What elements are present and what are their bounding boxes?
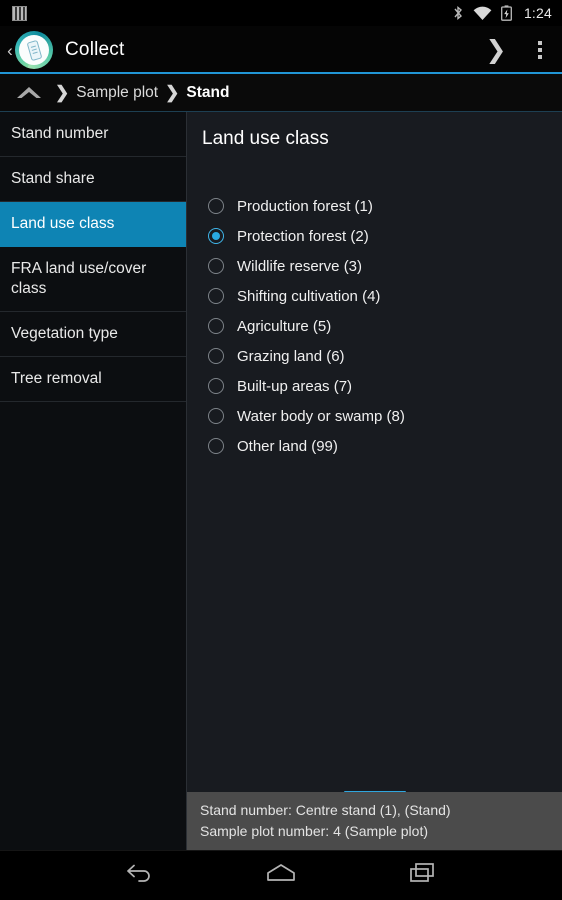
radio-option-water-body-or-swamp[interactable]: Water body or swamp (8) bbox=[208, 401, 562, 431]
wifi-icon bbox=[473, 6, 492, 21]
breadcrumb: ❯ Sample plot ❯ Stand bbox=[0, 74, 562, 112]
radio-label: Shifting cultivation (4) bbox=[237, 287, 381, 305]
radio-label: Protection forest (2) bbox=[237, 227, 369, 245]
back-arrow-icon bbox=[124, 862, 154, 889]
radio-icon[interactable] bbox=[208, 318, 224, 334]
radio-label: Production forest (1) bbox=[237, 197, 373, 215]
chevron-right-icon: ❯ bbox=[485, 35, 507, 64]
radio-label: Agriculture (5) bbox=[237, 317, 332, 335]
body: Stand number Stand share Land use class … bbox=[0, 112, 562, 850]
recent-apps-icon bbox=[407, 861, 439, 890]
breadcrumb-item-sample-plot[interactable]: Sample plot bbox=[76, 84, 158, 102]
radio-option-other-land[interactable]: Other land (99) bbox=[208, 431, 562, 461]
sidebar-item-tree-removal[interactable]: Tree removal bbox=[0, 357, 186, 402]
breadcrumb-item-stand[interactable]: Stand bbox=[186, 84, 229, 102]
overflow-menu-button[interactable] bbox=[518, 26, 562, 74]
radio-label: Grazing land (6) bbox=[237, 347, 345, 365]
home-icon bbox=[263, 862, 299, 889]
home-icon[interactable] bbox=[14, 83, 44, 103]
recent-apps-button[interactable] bbox=[395, 851, 451, 900]
radio-icon[interactable] bbox=[208, 438, 224, 454]
info-line-stand-number: Stand number: Centre stand (1), (Stand) bbox=[200, 802, 451, 819]
breadcrumb-separator-2: ❯ bbox=[165, 83, 180, 102]
radio-option-wildlife-reserve[interactable]: Wildlife reserve (3) bbox=[208, 251, 562, 281]
sim-card-icon bbox=[12, 5, 27, 21]
content-panel: Land use class Production forest (1) Pro… bbox=[187, 112, 562, 850]
status-bar: 1:24 bbox=[0, 0, 562, 26]
back-button[interactable] bbox=[111, 851, 167, 900]
status-bar-clock: 1:24 bbox=[523, 5, 552, 21]
radio-option-agriculture[interactable]: Agriculture (5) bbox=[208, 311, 562, 341]
radio-option-grazing-land[interactable]: Grazing land (6) bbox=[208, 341, 562, 371]
collect-mobile-logo bbox=[15, 31, 53, 69]
radio-label: Water body or swamp (8) bbox=[237, 407, 405, 425]
phone-device-icon bbox=[26, 39, 42, 61]
sidebar-item-stand-share[interactable]: Stand share bbox=[0, 157, 186, 202]
radio-icon[interactable] bbox=[208, 378, 224, 394]
radio-label: Other land (99) bbox=[237, 437, 338, 455]
app-root: 1:24 ‹ Collect ❯ ❯ Sample plot ❯ Stand S… bbox=[0, 0, 562, 900]
radio-option-shifting-cultivation[interactable]: Shifting cultivation (4) bbox=[208, 281, 562, 311]
radio-icon-selected[interactable] bbox=[208, 228, 224, 244]
next-button[interactable]: ❯ bbox=[474, 26, 518, 74]
app-bar: ‹ Collect ❯ bbox=[0, 26, 562, 74]
radio-icon[interactable] bbox=[208, 258, 224, 274]
status-bar-left bbox=[12, 5, 27, 21]
logo-inner-circle bbox=[19, 35, 49, 65]
info-panel[interactable]: Stand number: Centre stand (1), (Stand) … bbox=[187, 792, 562, 850]
home-button[interactable] bbox=[253, 851, 309, 900]
radio-label: Wildlife reserve (3) bbox=[237, 257, 363, 275]
radio-option-built-up-areas[interactable]: Built-up areas (7) bbox=[208, 371, 562, 401]
breadcrumb-separator-1: ❯ bbox=[55, 83, 70, 102]
land-use-class-radio-group: Production forest (1) Protection forest … bbox=[187, 191, 562, 461]
system-navigation-bar bbox=[0, 850, 562, 900]
sidebar-item-stand-number[interactable]: Stand number bbox=[0, 112, 186, 157]
status-bar-right: 1:24 bbox=[452, 5, 552, 21]
battery-charging-icon bbox=[500, 5, 512, 21]
sidebar: Stand number Stand share Land use class … bbox=[0, 112, 187, 850]
radio-icon[interactable] bbox=[208, 408, 224, 424]
radio-icon[interactable] bbox=[208, 348, 224, 364]
bluetooth-icon bbox=[452, 5, 464, 21]
radio-icon[interactable] bbox=[208, 288, 224, 304]
sidebar-item-vegetation-type[interactable]: Vegetation type bbox=[0, 312, 186, 357]
app-title: Collect bbox=[65, 39, 125, 60]
radio-icon[interactable] bbox=[208, 198, 224, 214]
info-line-sample-plot-number: Sample plot number: 4 (Sample plot) bbox=[200, 822, 428, 839]
page-title: Land use class bbox=[202, 128, 329, 149]
radio-label: Built-up areas (7) bbox=[237, 377, 353, 395]
radio-option-production-forest[interactable]: Production forest (1) bbox=[208, 191, 562, 221]
sidebar-item-land-use-class[interactable]: Land use class bbox=[0, 202, 186, 247]
sidebar-item-fra-land-use-cover-class[interactable]: FRA land use/cover class bbox=[0, 247, 186, 312]
overflow-menu-icon bbox=[538, 41, 542, 59]
radio-option-protection-forest[interactable]: Protection forest (2) bbox=[208, 221, 562, 251]
